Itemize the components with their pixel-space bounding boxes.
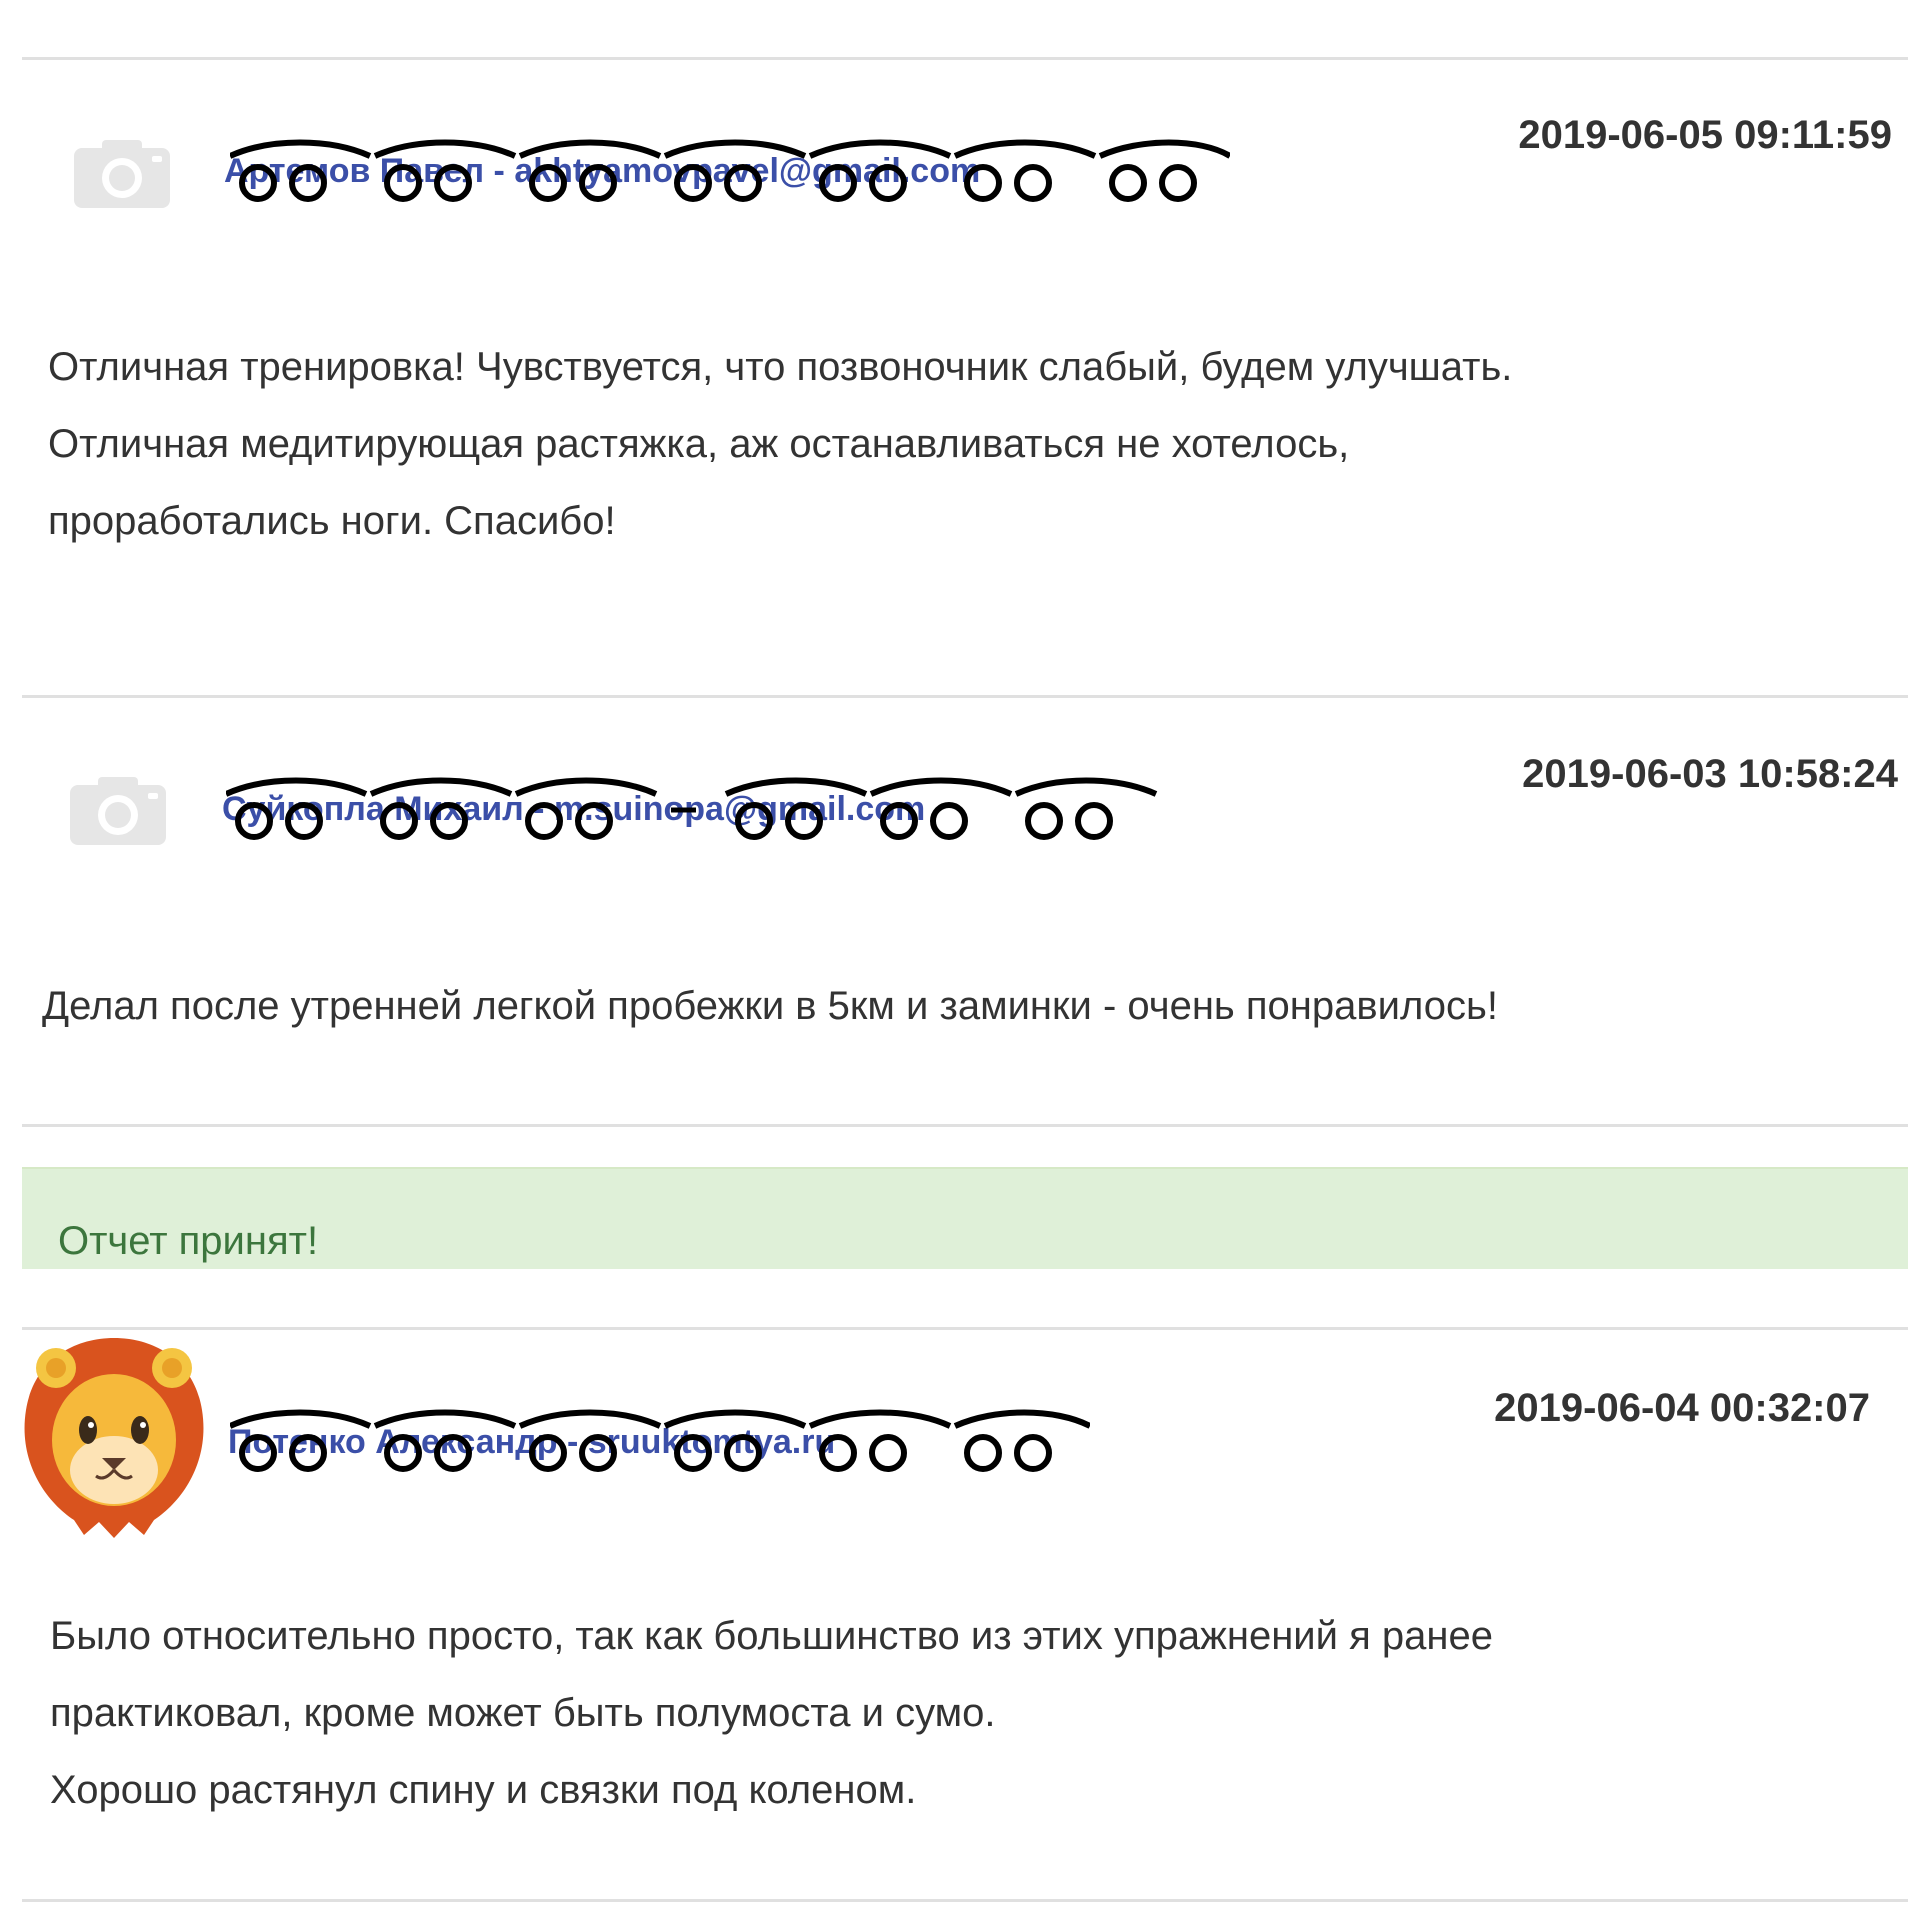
camera-placeholder-icon [70,777,166,845]
divider [22,1124,1908,1127]
redaction-scribble [230,139,1230,202]
divider [22,1327,1908,1330]
comment-line: проработались ноги. Спасибо! [48,499,616,543]
comment-text: Делал после утренней легкой пробежки в 5… [42,968,1498,1045]
comment-line: Отличная тренировка! Чувствуется, что по… [48,345,1513,389]
comment-line: Отличная медитирующая растяжка, аж остан… [48,422,1350,466]
comment-date: 2019-06-04 00:32:07 [1494,1386,1870,1430]
camera-placeholder-icon [74,140,170,208]
comment-date: 2019-06-05 09:11:59 [1518,113,1892,157]
success-alert: Отчет принят! [22,1167,1908,1269]
comment-line: практиковал, кроме может быть полумоста … [50,1691,996,1735]
comment-text: Отличная тренировка! Чувствуется, что по… [48,329,1512,560]
comment-text: Было относительно просто, так как больши… [50,1598,1493,1829]
lion-emoji-avatar [24,1338,204,1538]
divider [22,695,1908,698]
comment-line: Хорошо растянул спину и связки под колен… [50,1768,917,1812]
redaction-scribble [230,1409,1090,1472]
divider [22,1899,1908,1902]
divider [22,57,1908,60]
comment-date: 2019-06-03 10:58:24 [1522,752,1898,796]
comment-line: Делал после утренней легкой пробежки в 5… [42,984,1498,1028]
redaction-scribble [226,777,1158,840]
comment-line: Было относительно просто, так как больши… [50,1614,1493,1658]
alert-text: Отчет принят! [58,1219,319,1263]
